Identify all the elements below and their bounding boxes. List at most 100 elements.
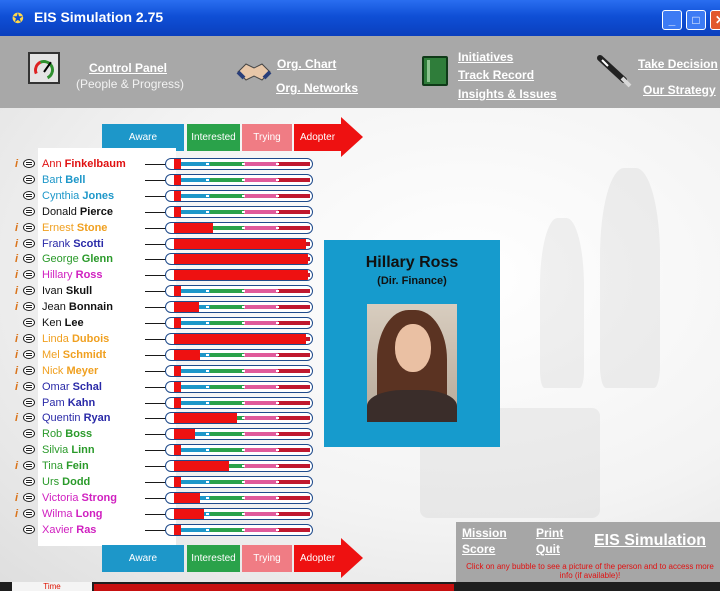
speech-bubble-icon[interactable] — [23, 302, 35, 312]
speech-bubble-icon[interactable] — [23, 333, 35, 343]
adoption-track[interactable] — [165, 396, 313, 409]
person-name[interactable]: Mel Schmidt — [42, 348, 106, 362]
quit-link[interactable]: Quit — [536, 542, 560, 556]
speech-bubble-icon[interactable] — [23, 397, 35, 407]
our-strategy-link[interactable]: Our Strategy — [643, 83, 716, 97]
info-icon[interactable]: i — [15, 381, 20, 393]
adoption-track[interactable] — [165, 221, 313, 234]
person-name[interactable]: George Glenn — [42, 252, 113, 266]
mission-link[interactable]: Mission — [462, 526, 507, 540]
adoption-track[interactable] — [165, 205, 313, 218]
info-icon[interactable]: i — [15, 269, 20, 281]
person-name[interactable]: Hillary Ross — [42, 268, 103, 282]
adoption-track[interactable] — [165, 476, 313, 488]
person-name[interactable]: Rob Boss — [42, 427, 92, 441]
person-name[interactable]: Xavier Ras — [42, 523, 96, 537]
person-name[interactable]: Victoria Strong — [42, 491, 117, 505]
person-name[interactable]: Wilma Long — [42, 507, 103, 521]
adoption-track[interactable] — [165, 412, 313, 425]
info-icon[interactable]: i — [15, 238, 20, 250]
adoption-track[interactable] — [165, 444, 313, 457]
initiatives-link[interactable]: Initiatives — [458, 50, 513, 64]
person-name[interactable]: Cynthia Jones — [42, 189, 114, 203]
take-decision-link[interactable]: Take Decision — [638, 57, 718, 71]
speech-bubble-icon[interactable] — [23, 381, 35, 391]
speech-bubble-icon[interactable] — [23, 349, 35, 359]
minimize-button[interactable]: _ — [662, 10, 682, 30]
adoption-track[interactable] — [165, 285, 313, 298]
speech-bubble-icon[interactable] — [23, 206, 35, 216]
handshake-icon[interactable] — [236, 58, 272, 86]
info-icon[interactable]: i — [15, 222, 20, 234]
adoption-track[interactable] — [165, 269, 313, 282]
adoption-track[interactable] — [165, 301, 313, 314]
speech-bubble-icon[interactable] — [23, 492, 35, 502]
adoption-track[interactable] — [165, 253, 313, 266]
info-icon[interactable]: i — [15, 333, 20, 345]
person-name[interactable]: Jean Bonnain — [42, 300, 113, 314]
adoption-track[interactable] — [165, 332, 313, 345]
info-icon[interactable]: i — [15, 365, 20, 377]
speech-bubble-icon[interactable] — [23, 159, 35, 168]
person-name[interactable]: Nick Meyer — [42, 364, 98, 378]
person-name[interactable]: Quentin Ryan — [42, 411, 111, 425]
book-icon[interactable] — [422, 56, 448, 86]
gauge-icon[interactable] — [28, 52, 60, 84]
adoption-track[interactable] — [165, 523, 313, 536]
person-name[interactable]: Bart Bell — [42, 173, 85, 187]
info-icon[interactable]: i — [15, 492, 20, 504]
info-icon[interactable]: i — [15, 412, 20, 424]
info-icon[interactable]: i — [15, 301, 20, 313]
adoption-track[interactable] — [165, 237, 313, 250]
adoption-track[interactable] — [165, 189, 313, 202]
speech-bubble-icon[interactable] — [23, 286, 35, 296]
maximize-button[interactable]: □ — [686, 10, 706, 30]
person-name[interactable]: Silvia Linn — [42, 443, 95, 457]
print-link[interactable]: Print — [536, 526, 563, 540]
speech-bubble-icon[interactable] — [23, 445, 35, 455]
speech-bubble-icon[interactable] — [23, 508, 35, 518]
pen-icon[interactable] — [596, 54, 632, 88]
speech-bubble-icon[interactable] — [23, 174, 35, 184]
track-record-link[interactable]: Track Record — [458, 68, 534, 82]
adoption-track[interactable] — [165, 460, 313, 473]
person-name[interactable]: Omar Schal — [42, 380, 102, 394]
status-tab[interactable]: Time — [12, 582, 92, 591]
org-networks-link[interactable]: Org. Networks — [276, 81, 358, 95]
info-icon[interactable]: i — [15, 508, 20, 520]
adoption-track[interactable] — [165, 317, 313, 329]
adoption-track[interactable] — [165, 173, 313, 186]
speech-bubble-icon[interactable] — [23, 318, 35, 327]
person-name[interactable]: Ivan Skull — [42, 284, 92, 298]
adoption-track[interactable] — [165, 507, 313, 520]
info-icon[interactable]: i — [15, 253, 20, 265]
speech-bubble-icon[interactable] — [23, 461, 35, 471]
person-name[interactable]: Donald Pierce — [42, 205, 113, 219]
person-name[interactable]: Urs Dodd — [42, 475, 90, 489]
adoption-track[interactable] — [165, 491, 313, 504]
person-name[interactable]: Tina Fein — [42, 459, 89, 473]
info-icon[interactable]: i — [15, 349, 20, 361]
adoption-track[interactable] — [165, 364, 313, 377]
person-name[interactable]: Pam Kahn — [42, 396, 95, 410]
speech-bubble-icon[interactable] — [23, 413, 35, 423]
score-link[interactable]: Score — [462, 542, 495, 556]
org-chart-link[interactable]: Org. Chart — [277, 57, 336, 71]
info-icon[interactable]: i — [15, 460, 20, 472]
speech-bubble-icon[interactable] — [23, 190, 35, 200]
adoption-track[interactable] — [165, 428, 313, 441]
person-name[interactable]: Ann Finkelbaum — [42, 157, 126, 171]
speech-bubble-icon[interactable] — [23, 238, 35, 248]
control-panel-link[interactable]: Control Panel — [89, 61, 167, 75]
close-button[interactable]: ✕ — [710, 10, 720, 30]
speech-bubble-icon[interactable] — [23, 524, 35, 534]
info-icon[interactable]: i — [15, 285, 20, 297]
adoption-track[interactable] — [165, 158, 313, 170]
person-name[interactable]: Frank Scotti — [42, 237, 104, 251]
speech-bubble-icon[interactable] — [23, 254, 35, 264]
speech-bubble-icon[interactable] — [23, 477, 35, 486]
info-icon[interactable]: i — [15, 158, 20, 170]
speech-bubble-icon[interactable] — [23, 429, 35, 439]
speech-bubble-icon[interactable] — [23, 270, 35, 280]
person-name[interactable]: Linda Dubois — [42, 332, 109, 346]
